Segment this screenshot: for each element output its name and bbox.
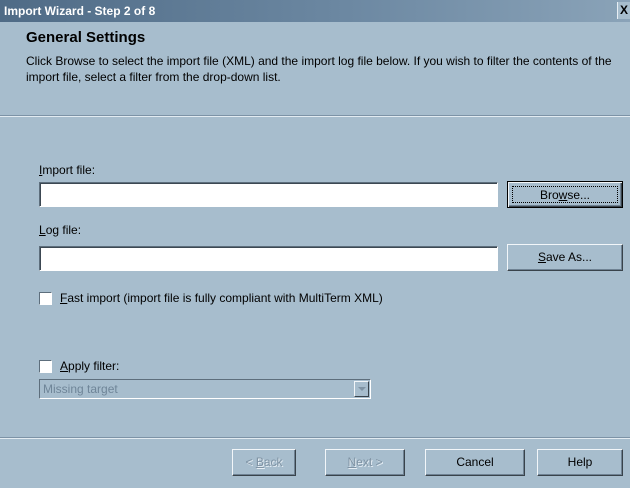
apply-filter-checkbox[interactable] (39, 360, 52, 373)
fast-import-label: Fast import (import file is fully compli… (60, 291, 383, 305)
next-button[interactable]: Next > (325, 449, 405, 476)
apply-filter-label: Apply filter: (60, 359, 120, 373)
filter-select-value: Missing target (43, 382, 118, 396)
header-separator (0, 115, 630, 117)
help-button[interactable]: Help (537, 449, 623, 476)
footer-separator (0, 437, 630, 439)
import-file-label: Import file: (39, 163, 96, 177)
title-bar: Import Wizard - Step 2 of 8 X (0, 0, 630, 22)
log-file-input[interactable] (39, 246, 498, 271)
filter-select[interactable]: Missing target (39, 379, 371, 399)
back-button[interactable]: < Back (232, 449, 296, 476)
cancel-button[interactable]: Cancel (425, 449, 525, 476)
window-title: Import Wizard - Step 2 of 8 (4, 4, 156, 18)
chevron-down-icon[interactable] (354, 381, 369, 397)
save-as-button[interactable]: Save As... (507, 244, 623, 271)
close-button[interactable]: X (617, 2, 630, 19)
import-file-input[interactable] (39, 182, 498, 207)
log-file-label: Log file: (39, 223, 82, 237)
fast-import-checkbox[interactable] (39, 292, 52, 305)
page-title: General Settings (26, 29, 146, 46)
browse-button[interactable]: Browse... (507, 181, 623, 208)
page-description: Click Browse to select the import file (… (26, 54, 612, 84)
